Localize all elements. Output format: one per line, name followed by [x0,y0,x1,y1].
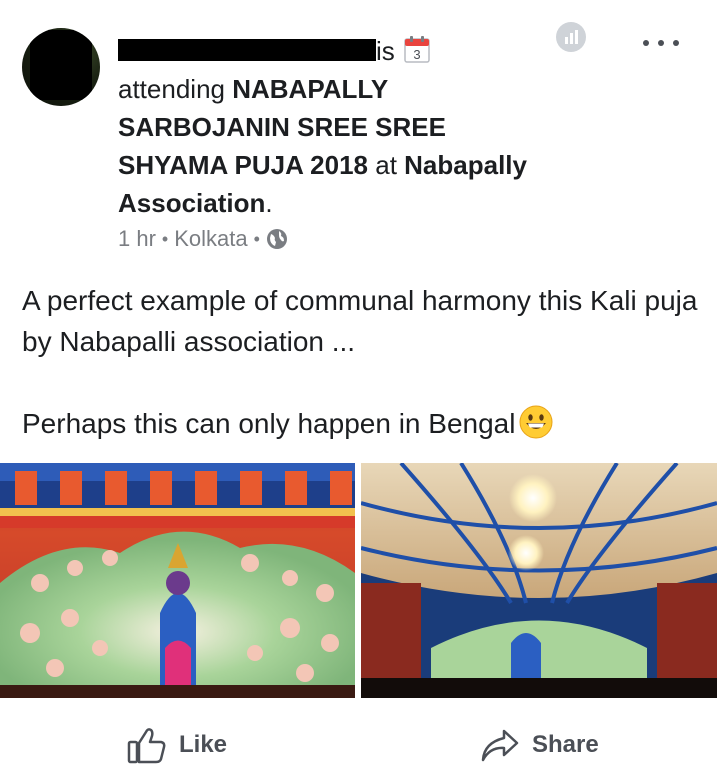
more-dot [643,40,649,46]
header-period: . [265,188,273,218]
post-body: A perfect example of communal harmony th… [22,280,702,444]
avatar-redaction [30,30,92,100]
share-button[interactable]: Share [480,722,599,768]
share-label: Share [532,731,599,758]
avatar[interactable] [22,28,100,106]
calendar-icon: 3 [404,36,430,63]
post-photo-1[interactable] [0,463,355,698]
more-dot [673,40,679,46]
post-line-2-wrap: Perhaps this can only happen in Bengal [22,403,702,444]
meta-separator: • [253,228,260,249]
more-dot [658,40,664,46]
header-verb: is [376,36,395,66]
post-meta: 1 hr • Kolkata • [118,222,288,256]
grinning-face-emoji [519,405,553,439]
attending-label: attending [118,74,225,104]
post-line-1: A perfect example of communal harmony th… [22,285,698,357]
meta-separator: • [161,228,169,249]
share-arrow-icon [481,729,519,762]
post-header: is 3 attending NABAPALLY SARBOJANIN SREE… [118,32,548,222]
post-photo-2[interactable] [361,463,717,698]
author-name-redacted[interactable] [118,39,376,62]
stats-icon[interactable] [556,22,586,52]
calendar-day: 3 [413,47,420,62]
post-location[interactable]: Kolkata [174,226,247,252]
post-time[interactable]: 1 hr [118,226,156,252]
stats-icon-glyph [565,30,578,44]
photo-2-image [361,463,717,698]
post-line-2: Perhaps this can only happen in Bengal [22,408,516,439]
like-label: Like [179,731,228,758]
like-button[interactable]: Like [127,722,227,768]
photo-1-image [0,463,355,698]
at-label: at [375,150,397,180]
more-options-icon[interactable] [643,30,679,56]
thumbs-up-icon [127,728,166,764]
globe-icon[interactable] [266,228,288,250]
